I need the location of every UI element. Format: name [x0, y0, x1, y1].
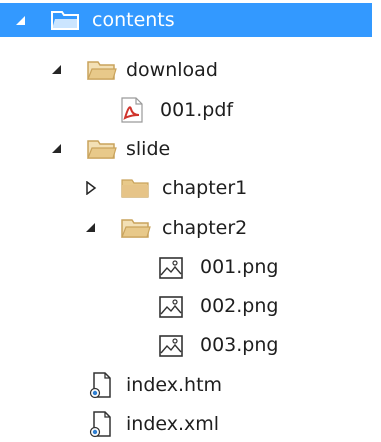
web-file-icon	[89, 411, 111, 438]
tree-item-label: index.xml	[126, 413, 220, 435]
pdf-file-icon	[121, 97, 143, 123]
image-file-icon	[159, 296, 183, 318]
tree-item-slide[interactable]: slide	[0, 129, 381, 169]
tree-item-label: index.htm	[126, 374, 223, 396]
folder-open-icon	[121, 219, 151, 238]
expand-arrow-icon[interactable]	[50, 63, 64, 77]
tree-item-chapter1[interactable]: chapter1	[0, 168, 381, 208]
tree-item-label: chapter1	[162, 177, 248, 199]
tree-item-label: download	[126, 59, 218, 81]
expand-arrow-icon[interactable]	[84, 221, 98, 235]
tree-item-label: 003.png	[200, 334, 279, 356]
folder-open-icon	[87, 140, 117, 159]
tree-item-label: slide	[126, 138, 171, 160]
tree-item-label: 002.png	[200, 295, 279, 317]
file-tree: contents download 001.pdf slide chapter1…	[0, 0, 381, 442]
tree-item-001-png[interactable]: 001.png	[0, 247, 381, 287]
collapse-arrow-icon[interactable]	[84, 181, 98, 195]
folder-open-icon	[87, 61, 117, 80]
tree-item-002-png[interactable]: 002.png	[0, 286, 381, 326]
tree-item-label: 001.png	[200, 256, 279, 278]
folder-open-icon	[51, 11, 79, 30]
expand-arrow-icon[interactable]	[14, 14, 28, 28]
web-file-icon	[89, 372, 111, 399]
tree-item-label: 001.pdf	[160, 99, 234, 121]
expand-arrow-icon[interactable]	[50, 142, 64, 156]
tree-item-download[interactable]: download	[0, 50, 381, 90]
tree-item-contents[interactable]: contents	[0, 3, 372, 37]
tree-item-label: chapter2	[162, 217, 248, 239]
folder-closed-icon	[121, 179, 149, 198]
tree-item-chapter2[interactable]: chapter2	[0, 208, 381, 248]
image-file-icon	[159, 257, 183, 279]
tree-item-label: contents	[92, 9, 175, 31]
tree-item-index-xml[interactable]: index.xml	[0, 404, 381, 442]
tree-item-003-png[interactable]: 003.png	[0, 325, 381, 365]
tree-item-index-htm[interactable]: index.htm	[0, 365, 381, 405]
image-file-icon	[159, 335, 183, 357]
tree-item-001-pdf[interactable]: 001.pdf	[0, 90, 381, 130]
